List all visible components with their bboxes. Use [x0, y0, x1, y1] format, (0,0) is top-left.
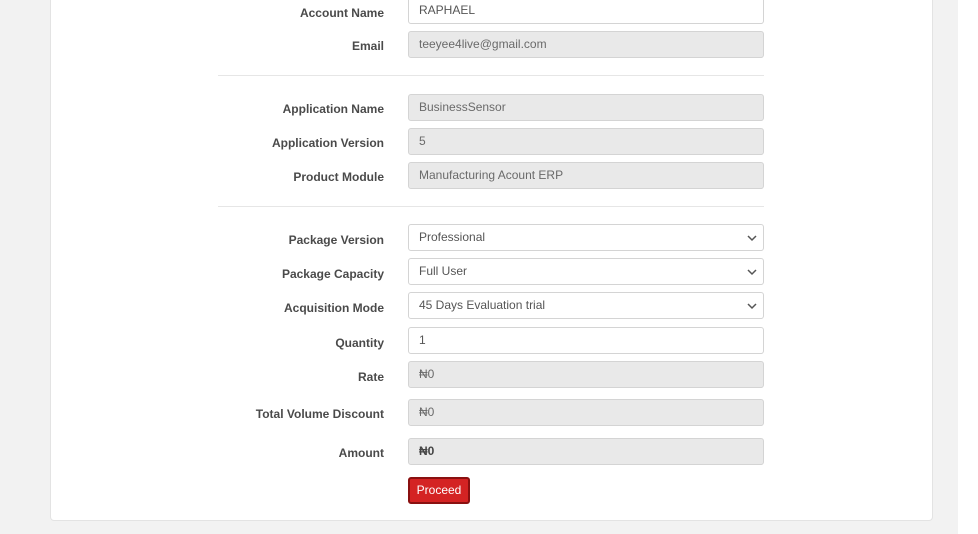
application-name-field: BusinessSensor [408, 94, 764, 121]
package-version-label: Package Version [288, 233, 384, 247]
product-module-field: Manufacturing Acount ERP [408, 162, 764, 189]
quantity-label: Quantity [335, 336, 384, 350]
page: Account Name RAPHAEL Email teeyee4live@g… [0, 0, 978, 534]
package-capacity-select[interactable]: Full User [408, 258, 764, 285]
total-volume-discount-field: ₦0 [408, 399, 764, 426]
application-name-label: Application Name [282, 102, 384, 116]
account-name-label: Account Name [299, 6, 384, 20]
proceed-button[interactable]: Proceed [408, 477, 470, 504]
section-divider [218, 75, 764, 76]
email-field: teeyee4live@gmail.com [408, 31, 764, 58]
package-version-value: Professional [419, 230, 486, 244]
account-name-field[interactable]: RAPHAEL [408, 0, 764, 24]
chevron-down-icon [747, 269, 757, 276]
package-capacity-value: Full User [419, 264, 468, 278]
package-version-select[interactable]: Professional [408, 224, 764, 251]
rate-field: ₦0 [408, 361, 764, 388]
quantity-input[interactable]: 1 [408, 327, 764, 354]
chevron-down-icon [747, 303, 757, 310]
application-version-label: Application Version [271, 136, 384, 150]
section-divider [218, 206, 764, 207]
application-version-field: 5 [408, 128, 764, 155]
email-label: Email [351, 39, 384, 53]
package-capacity-label: Package Capacity [281, 267, 384, 281]
total-volume-discount-label: Total Volume Discount [255, 407, 384, 421]
acquisition-mode-select[interactable]: 45 Days Evaluation trial [408, 292, 764, 319]
chevron-down-icon [747, 235, 757, 242]
page-edge [958, 0, 978, 534]
amount-label: Amount [338, 446, 384, 460]
acquisition-mode-value: 45 Days Evaluation trial [419, 298, 546, 312]
rate-label: Rate [357, 370, 384, 384]
acquisition-mode-label: Acquisition Mode [284, 301, 384, 315]
product-module-label: Product Module [293, 170, 384, 184]
amount-field: ₦0 [408, 438, 764, 465]
